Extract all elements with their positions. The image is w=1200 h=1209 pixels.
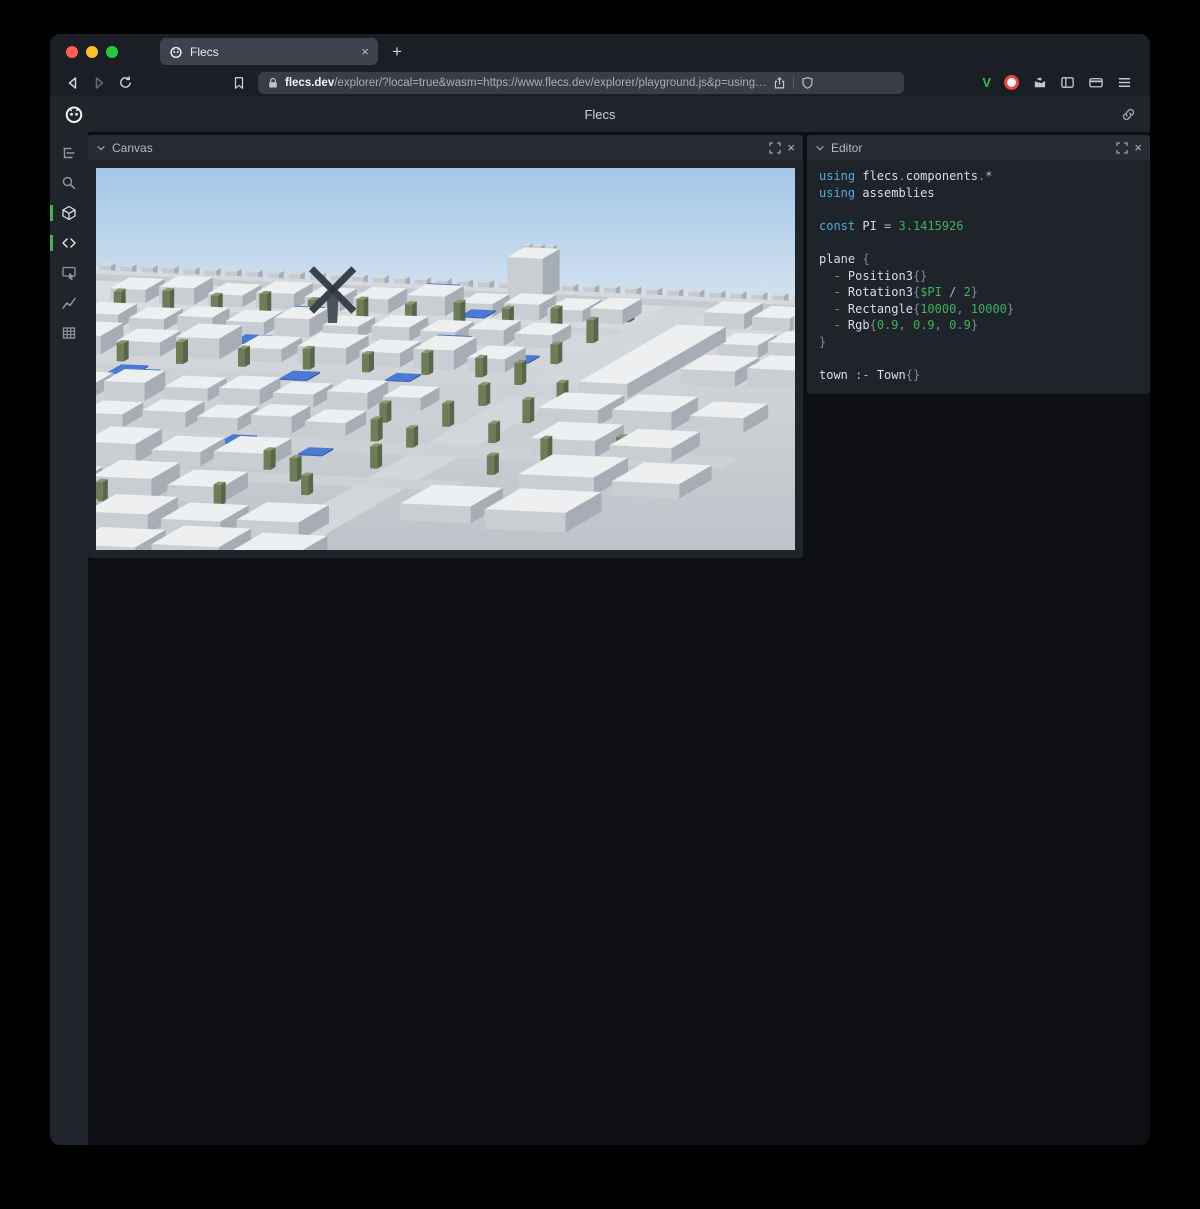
record-dot-extension-icon[interactable]: [1004, 75, 1019, 90]
editor-close-icon[interactable]: ×: [1134, 141, 1142, 154]
puzzle-extensions-icon[interactable]: [1032, 75, 1047, 90]
share-icon[interactable]: [773, 76, 786, 90]
fullscreen-icon[interactable]: [769, 142, 781, 154]
zoom-window-button[interactable]: [106, 46, 118, 58]
canvas-body: [88, 160, 803, 558]
new-tab-button[interactable]: +: [392, 42, 402, 62]
window-controls: [50, 46, 118, 58]
left-sidebar: [50, 132, 88, 1145]
canvas-panel-header[interactable]: Canvas ×: [88, 135, 803, 160]
minimize-window-button[interactable]: [86, 46, 98, 58]
forward-button[interactable]: [86, 72, 112, 94]
bookmark-icon[interactable]: [226, 72, 252, 94]
editor-panel-title: Editor: [831, 141, 862, 155]
sidebar-panel-icon[interactable]: [1060, 75, 1075, 90]
editor-panel-header[interactable]: Editor ×: [807, 135, 1150, 160]
page-title: Flecs: [50, 107, 1150, 122]
tab-title: Flecs: [190, 45, 354, 59]
canvas-panel: Canvas ×: [88, 135, 803, 558]
canvas-panel-title: Canvas: [112, 141, 153, 155]
browser-tab[interactable]: Flecs ×: [160, 38, 378, 65]
chevron-down-icon[interactable]: [815, 143, 825, 153]
padlock-icon: [267, 77, 279, 89]
fullscreen-icon[interactable]: [1116, 142, 1128, 154]
sidebar-item-statistics-chart[interactable]: [50, 288, 88, 318]
sidebar-item-tables-grid[interactable]: [50, 318, 88, 348]
chevron-down-icon[interactable]: [96, 143, 106, 153]
close-window-button[interactable]: [66, 46, 78, 58]
page-header: Flecs: [50, 96, 1150, 132]
url-domain: flecs.dev: [285, 77, 334, 89]
workspace: Canvas ×: [88, 132, 1150, 1145]
sidebar-item-entities-cube[interactable]: [50, 198, 88, 228]
sidebar-item-inspector[interactable]: [50, 258, 88, 288]
url-bar-divider: [793, 76, 794, 89]
browser-window: Flecs × + flecs.dev/explorer/?local=true…: [50, 34, 1150, 1145]
vimium-extension-icon[interactable]: V: [982, 75, 991, 90]
url-bar[interactable]: flecs.dev/explorer/?local=true&wasm=http…: [258, 72, 904, 94]
editor-code[interactable]: using flecs.components.*using assemblies…: [807, 160, 1150, 394]
back-button[interactable]: [60, 72, 86, 94]
editor-panel: Editor × using flecs.components.*using a…: [807, 135, 1150, 394]
wallet-card-icon[interactable]: [1088, 75, 1104, 90]
shield-icon[interactable]: [801, 76, 814, 90]
hamburger-menu-icon[interactable]: [1117, 75, 1132, 90]
page-content: Canvas ×: [50, 132, 1150, 1145]
sidebar-item-code-editor[interactable]: [50, 228, 88, 258]
canvas-3d-scene[interactable]: [96, 168, 795, 550]
tab-favicon-flecs-logo-icon: [169, 45, 183, 59]
canvas-close-icon[interactable]: ×: [787, 141, 795, 154]
tab-bar: Flecs × +: [50, 34, 1150, 69]
reload-button[interactable]: [112, 72, 138, 94]
url-path: /explorer/?local=true&wasm=https://www.f…: [334, 77, 766, 89]
sidebar-item-search[interactable]: [50, 168, 88, 198]
tab-close-icon[interactable]: ×: [361, 45, 369, 58]
sidebar-item-query-tree[interactable]: [50, 138, 88, 168]
toolbar-extensions: V: [982, 75, 1140, 90]
navigation-bar: flecs.dev/explorer/?local=true&wasm=http…: [50, 69, 1150, 96]
